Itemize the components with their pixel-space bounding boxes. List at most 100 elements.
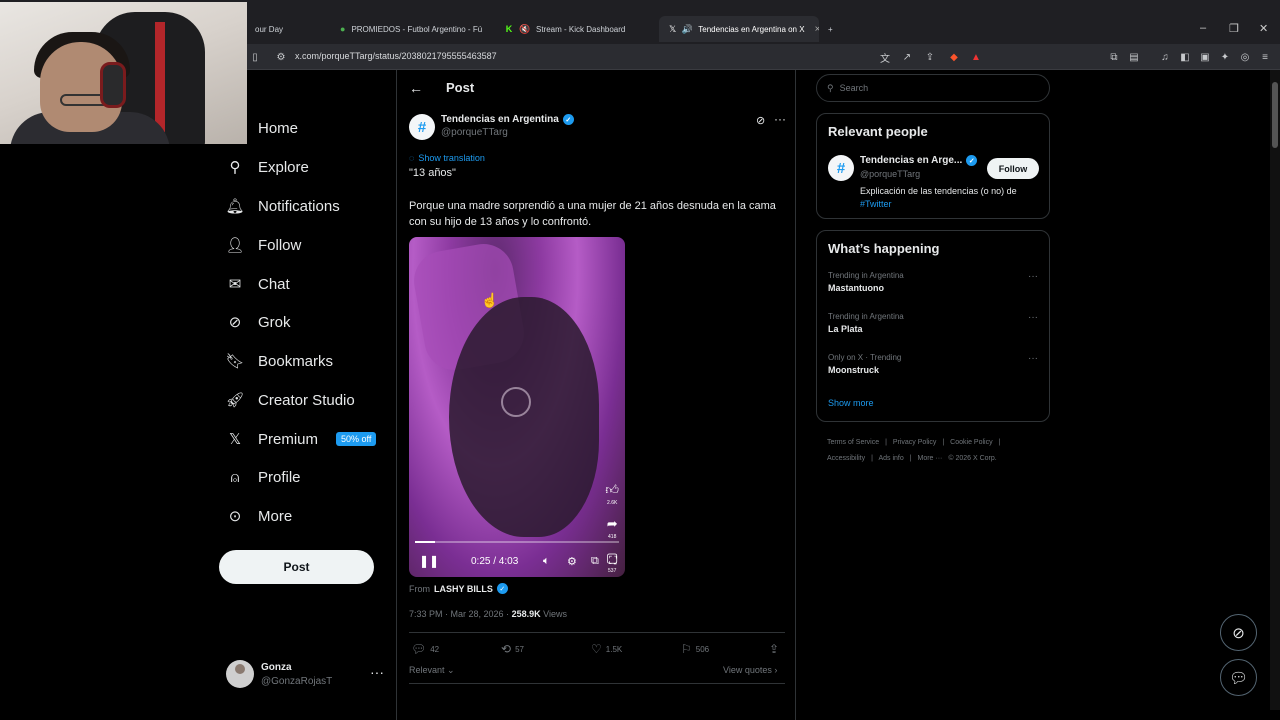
hashtag-link[interactable]: #Twitter bbox=[860, 199, 892, 209]
nav-notifications[interactable]: 🔔︎ Notifications bbox=[225, 197, 339, 216]
view-quotes-link[interactable]: View quotes › bbox=[723, 665, 777, 675]
video-progress-bar[interactable] bbox=[415, 541, 619, 543]
close-window-icon[interactable]: ✕ bbox=[1259, 22, 1268, 35]
music-icon[interactable]: ♫ bbox=[1158, 50, 1172, 64]
relevant-people-panel: Relevant people # Tendencias en Arge... … bbox=[816, 113, 1050, 219]
account-switcher[interactable]: Gonza @GonzaRojasT ··· bbox=[226, 660, 386, 690]
source-name[interactable]: LASHY BILLS bbox=[434, 584, 493, 594]
leo-ai-icon[interactable]: ✦ bbox=[1218, 50, 1232, 64]
nav-follow[interactable]: 👤︎ Follow bbox=[225, 236, 301, 255]
grok-fab[interactable]: ⊘ bbox=[1220, 614, 1257, 651]
brave-rewards-icon[interactable]: ▲ bbox=[969, 50, 983, 64]
bell-icon: 🔔︎ bbox=[225, 198, 245, 215]
post-button[interactable]: Post bbox=[219, 550, 374, 584]
nav-creator-studio[interactable]: 🚀︎ Creator Studio bbox=[225, 391, 354, 410]
pause-icon[interactable]: ❚❚ bbox=[419, 554, 439, 568]
chat-bubble-icon: 💬︎ bbox=[1228, 669, 1249, 687]
sidebar-toggle-icon[interactable]: ◧ bbox=[1178, 50, 1192, 64]
wallet-card-icon[interactable]: ▣ bbox=[1198, 50, 1212, 64]
tab-x-active[interactable]: 𝕏 🔊 Tendencias en Argentina on X × bbox=[659, 16, 819, 42]
nav-premium[interactable]: 𝕏 Premium 50% off bbox=[226, 430, 377, 448]
person-bio: Explicación de las tendencias (o no) de … bbox=[860, 185, 1045, 211]
like-button[interactable]: ♡ 1.5K bbox=[591, 642, 622, 656]
nav-profile[interactable]: ⍝ Profile bbox=[226, 468, 300, 486]
footer-link-terms[interactable]: Terms of Service bbox=[827, 439, 879, 446]
footer-link-more[interactable]: More ··· bbox=[918, 455, 943, 462]
search-icon: ⚲ bbox=[229, 159, 241, 176]
grok-explain-icon[interactable]: ⊘ bbox=[756, 114, 765, 127]
bookmark-button[interactable]: ⚐ 506 bbox=[681, 642, 709, 656]
more-icon[interactable]: ··· bbox=[1028, 312, 1038, 323]
author-handle[interactable]: @porqueTTarg bbox=[441, 127, 508, 138]
share-icon[interactable]: ⇪ bbox=[923, 50, 937, 64]
tab-promiedos[interactable]: ● PROMIEDOS - Futbol Argentino - Fú bbox=[330, 16, 488, 42]
more-icon[interactable]: ··· bbox=[1028, 353, 1038, 364]
author-name-row[interactable]: Tendencias en Argentina ✓ bbox=[441, 114, 574, 125]
divider bbox=[409, 683, 785, 684]
video-player[interactable]: 👍︎ 2.6K ➦ 418 ▢ 537 ❚❚ 0:25 / 4:03 🔈︎ ⚙ … bbox=[409, 237, 625, 577]
minimize-icon[interactable]: – bbox=[1200, 22, 1206, 34]
settings-icon[interactable]: ⚙ bbox=[567, 555, 577, 568]
footer-link-privacy[interactable]: Privacy Policy bbox=[893, 439, 937, 446]
search-input[interactable] bbox=[839, 83, 1030, 93]
search-box[interactable]: ⚲ bbox=[816, 74, 1050, 102]
vpn-icon[interactable]: ◎ bbox=[1238, 50, 1252, 64]
maximize-icon[interactable]: ❐ bbox=[1229, 22, 1239, 35]
more-icon[interactable]: ··· bbox=[370, 664, 384, 680]
share-button[interactable]: ⇪ bbox=[769, 642, 779, 656]
translate-icon[interactable]: 文 bbox=[878, 50, 892, 65]
nav-bookmarks[interactable]: 🔖︎ Bookmarks bbox=[225, 352, 333, 371]
post-body: Porque una madre sorprendió a una mujer … bbox=[409, 200, 776, 228]
speaker-icon: 🔊 bbox=[681, 23, 693, 34]
new-tab-button[interactable]: + bbox=[824, 16, 844, 42]
repost-button[interactable]: ⟲ 57 bbox=[501, 642, 524, 656]
back-arrow-icon[interactable]: ← bbox=[409, 80, 423, 96]
brave-shield-icon[interactable]: ◆ bbox=[947, 50, 961, 64]
wallet-icon[interactable]: ▤ bbox=[1127, 50, 1141, 64]
more-icon[interactable]: ··· bbox=[1028, 271, 1038, 282]
messages-fab[interactable]: 💬︎ bbox=[1220, 659, 1257, 696]
scroll-thumb[interactable] bbox=[1272, 82, 1278, 148]
post-timestamp[interactable]: 7:33 PM · Mar 28, 2026 · bbox=[409, 609, 509, 619]
person-avatar[interactable]: # bbox=[828, 155, 854, 181]
reply-icon: 💬︎ bbox=[411, 642, 427, 656]
follow-button[interactable]: Follow bbox=[987, 158, 1039, 179]
tab-your-day[interactable]: our Day bbox=[245, 16, 325, 42]
url-text[interactable]: x.com/porqueTTarg/status/203802179555546… bbox=[295, 51, 497, 61]
mouse-cursor-icon: ☝ bbox=[481, 292, 499, 308]
trend-item[interactable]: Trending in Argentina La Plata ··· bbox=[828, 312, 1038, 334]
author-name: Tendencias en Argentina bbox=[441, 114, 559, 125]
extensions-icon[interactable]: ⧉ bbox=[1107, 50, 1121, 64]
reply-sort-dropdown[interactable]: Relevant ⌄ bbox=[409, 665, 455, 676]
show-translation-link[interactable]: ◌ Show translation bbox=[409, 153, 485, 163]
trend-item[interactable]: Trending in Argentina Mastantuono ··· bbox=[828, 271, 1038, 293]
nav-chat[interactable]: ✉ Chat bbox=[226, 275, 290, 294]
from-label: From bbox=[409, 583, 430, 594]
site-settings-icon[interactable]: ⚙ bbox=[274, 50, 288, 64]
x-logo-icon: 𝕏 bbox=[228, 431, 242, 448]
close-tab-icon[interactable]: × bbox=[815, 24, 819, 35]
more-options-icon[interactable]: ··· bbox=[774, 112, 786, 126]
nav-grok[interactable]: ⊘ Grok bbox=[226, 313, 291, 332]
tab-label: PROMIEDOS - Futbol Argentino - Fú bbox=[351, 24, 483, 34]
show-more-link[interactable]: Show more bbox=[828, 398, 874, 408]
person-name-row[interactable]: Tendencias en Arge... ✓ bbox=[860, 155, 978, 166]
nav-more[interactable]: ⊙ More bbox=[226, 507, 292, 526]
post-actions: 💬︎ 42 ⟲ 57 ♡ 1.5K ⚐ 506 ⇪ bbox=[409, 642, 785, 656]
nav-explore[interactable]: ⚲ Explore bbox=[226, 158, 309, 177]
open-external-icon[interactable]: ↗ bbox=[900, 50, 914, 64]
author-avatar[interactable]: # bbox=[409, 114, 435, 140]
footer-link-cookies[interactable]: Cookie Policy bbox=[950, 439, 992, 446]
reply-button[interactable]: 💬︎ 42 bbox=[411, 642, 439, 656]
footer-link-ads-info[interactable]: Ads info bbox=[878, 455, 903, 462]
footer-link-accessibility[interactable]: Accessibility bbox=[827, 455, 865, 462]
fullscreen-icon[interactable]: ⛶ bbox=[609, 555, 617, 568]
menu-icon[interactable]: ≡ bbox=[1258, 50, 1272, 64]
trend-item[interactable]: Only on X · Trending Moonstruck ··· bbox=[828, 353, 1038, 375]
page-scrollbar[interactable] bbox=[1270, 70, 1280, 710]
bookmark-page-icon[interactable]: ▯ bbox=[248, 50, 262, 64]
volume-icon[interactable]: 🔈︎ bbox=[543, 555, 550, 568]
divider bbox=[409, 632, 785, 633]
tab-kick[interactable]: K 🔇 Stream - Kick Dashboard bbox=[494, 16, 654, 42]
pip-icon[interactable]: ⧉ bbox=[591, 555, 599, 568]
